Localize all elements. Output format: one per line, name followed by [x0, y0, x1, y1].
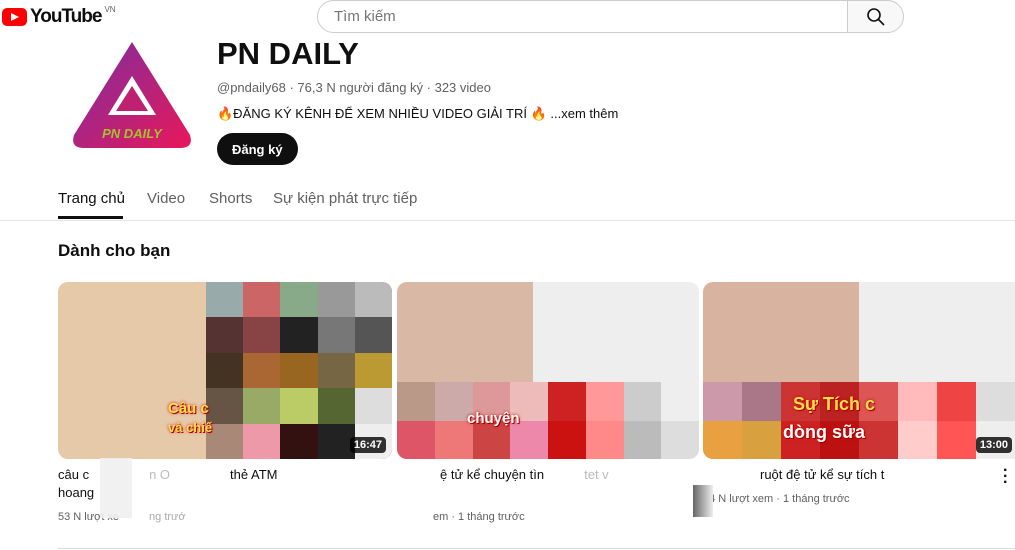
active-tab-indicator [58, 216, 123, 219]
tab-live[interactable]: Sự kiện phát trực tiếp [273, 190, 417, 207]
thumbnail-caption: Sự Tích c [793, 394, 876, 414]
search-button[interactable] [847, 0, 904, 33]
tab-videos[interactable]: Video [147, 190, 185, 207]
redaction [100, 458, 132, 518]
video-title[interactable]: câu cn Othẻ ATM [58, 466, 278, 484]
video-thumbnail[interactable]: Sự Tích c dòng sữa 13:00 [703, 282, 1015, 459]
tab-shorts[interactable]: Shorts [209, 190, 252, 207]
redaction [693, 485, 713, 517]
video-meta: em · 1 tháng trước [433, 511, 525, 523]
video-meta: 34 N lượt xem · 1 tháng trước [703, 493, 850, 505]
subscribe-button[interactable]: Đăng ký [217, 133, 298, 165]
video-thumbnail[interactable]: chuyện [397, 282, 699, 459]
video-thumbnail[interactable]: Câu c và chiế 16:47 [58, 282, 392, 459]
youtube-logo[interactable]: YouTube VN [2, 4, 116, 28]
section-title: Dành cho bạn [58, 241, 171, 260]
more-options-icon[interactable]: · · · [1003, 463, 1008, 491]
thumbnail-caption: và chiế [168, 420, 213, 435]
video-title[interactable]: ruột đệ tử kể sự tích t [760, 466, 884, 484]
divider [58, 548, 1015, 549]
search-input[interactable] [317, 0, 848, 33]
thumbnail-caption: Câu c [168, 400, 209, 417]
svg-text:PN DAILY: PN DAILY [102, 126, 163, 141]
youtube-play-icon [2, 8, 27, 26]
video-title-line2[interactable]: hoang [58, 484, 94, 502]
channel-meta: @pndaily68 · 76,3 N người đăng ký · 323 … [217, 80, 491, 95]
region-code: VN [104, 4, 116, 14]
video-duration: 16:47 [349, 437, 386, 453]
channel-name: PN DAILY [217, 36, 359, 71]
video-title[interactable]: ệ tử kể chuyện tìn tet v [440, 466, 609, 484]
thumbnail-caption: chuyện [467, 410, 520, 427]
magnifier-icon [866, 7, 885, 26]
more-link[interactable]: ...xem thêm [550, 106, 618, 121]
channel-description[interactable]: 🔥ĐĂNG KÝ KÊNH ĐỂ XEM NHIỀU VIDEO GIẢI TR… [217, 106, 618, 122]
video-duration: 13:00 [975, 437, 1012, 453]
divider [0, 220, 1015, 221]
channel-avatar[interactable]: PN DAILY [70, 40, 194, 150]
thumbnail-caption: dòng sữa [783, 422, 866, 442]
tab-home[interactable]: Trang chủ [58, 190, 125, 207]
